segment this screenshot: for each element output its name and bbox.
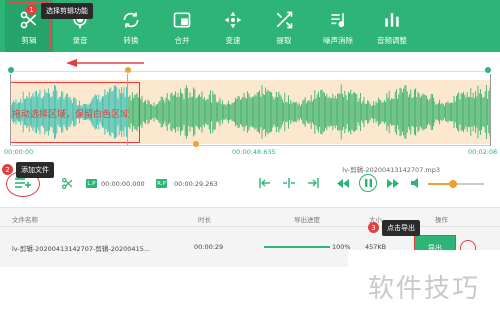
bottom-ruler bbox=[10, 145, 490, 146]
drag-select-hint: 拖动选择区域，保留白色区域 bbox=[12, 110, 130, 120]
cut-button[interactable] bbox=[60, 176, 74, 190]
step1-badge: 1 bbox=[26, 4, 37, 15]
col-duration: 时长 bbox=[198, 216, 211, 224]
convert-icon bbox=[123, 12, 139, 28]
go-to-end-button[interactable] bbox=[306, 177, 320, 189]
col-progress: 导出进度 bbox=[294, 216, 320, 224]
align-end-icon bbox=[308, 178, 319, 188]
time-end: 00:02:08 bbox=[468, 148, 498, 156]
time-start: 00:00:00 bbox=[4, 148, 34, 156]
row-progress-bar bbox=[264, 246, 330, 248]
merge-icon bbox=[173, 12, 191, 28]
start-point-button[interactable]: L.P bbox=[86, 179, 97, 188]
tool-convert[interactable]: 转换 bbox=[107, 0, 155, 52]
watermark: 软件技巧 bbox=[348, 250, 500, 322]
col-name: 文件名称 bbox=[12, 216, 38, 224]
tool-noise-label: 噪声消除 bbox=[323, 36, 353, 45]
row-duration: 00:00:29 bbox=[194, 243, 224, 251]
row-file-name: lv-剪辑-20200413142707-剪辑-20200415... bbox=[12, 245, 151, 253]
editor-controls: lv-剪辑-20200413142707.mp3 L.P 00:00:00.00… bbox=[0, 162, 500, 206]
waveform-panel[interactable]: 拖动选择区域，保留白色区域 00:00:00 00:00:48.635 00:0… bbox=[0, 52, 500, 162]
noise-icon bbox=[331, 13, 345, 28]
tool-extract[interactable]: 提取 bbox=[260, 0, 308, 52]
step3-badge: 3 bbox=[368, 222, 379, 233]
tool-extract-label: 提取 bbox=[276, 36, 292, 45]
bottom-handle[interactable] bbox=[193, 141, 199, 147]
fast-forward-icon bbox=[387, 178, 399, 188]
fast-forward-button[interactable] bbox=[386, 177, 400, 189]
extract-icon bbox=[276, 11, 293, 29]
align-start-icon bbox=[259, 178, 270, 188]
step1-tooltip: 选择剪辑功能 bbox=[41, 3, 93, 19]
tool-convert-label: 转换 bbox=[123, 36, 139, 45]
center-button[interactable] bbox=[282, 177, 296, 189]
scissors-icon bbox=[61, 177, 72, 189]
tool-speed-label: 变速 bbox=[225, 36, 241, 45]
step2-badge: 2 bbox=[2, 164, 13, 175]
tool-merge[interactable]: 合并 bbox=[158, 0, 206, 52]
step2-tooltip: 添加文件 bbox=[16, 162, 54, 178]
pause-icon bbox=[364, 179, 372, 187]
col-action: 操作 bbox=[435, 216, 448, 224]
tool-record-label: 录音 bbox=[72, 36, 88, 45]
left-arrow-icon bbox=[66, 59, 144, 67]
volume-icon bbox=[410, 178, 418, 188]
tool-audio-adjust[interactable]: 音频调整 bbox=[368, 0, 416, 52]
top-ruler bbox=[10, 71, 490, 72]
left-handle[interactable] bbox=[8, 67, 14, 73]
volume-knob[interactable] bbox=[449, 180, 458, 188]
tool-merge-label: 合并 bbox=[174, 36, 190, 45]
rewind-button[interactable] bbox=[336, 177, 350, 189]
speed-icon bbox=[224, 11, 242, 29]
step3-tooltip: 点击导出 bbox=[382, 220, 420, 236]
end-point-button[interactable]: R.P bbox=[156, 179, 167, 188]
tool-noise-removal[interactable]: 噪声消除 bbox=[314, 0, 362, 52]
tool-audio-adjust-label: 音频调整 bbox=[377, 36, 407, 45]
equalizer-icon bbox=[385, 13, 399, 27]
volume-button[interactable] bbox=[410, 177, 422, 189]
left-boundary bbox=[10, 74, 11, 146]
tool-cut-label: 剪辑 bbox=[21, 36, 37, 45]
file-title: lv-剪辑-20200413142707.mp3 bbox=[342, 166, 440, 174]
split-icon bbox=[283, 178, 295, 188]
start-time-value[interactable]: 00:00:00.000 bbox=[101, 180, 145, 188]
right-handle[interactable] bbox=[485, 67, 491, 73]
end-time-value[interactable]: 00:00:29.263 bbox=[174, 180, 218, 188]
time-mid: 00:00:48.635 bbox=[232, 148, 276, 156]
playhead-line bbox=[127, 74, 128, 146]
file-table-header: 文件名称 时长 导出进度 大小 操作 bbox=[0, 207, 500, 227]
pause-button[interactable] bbox=[359, 174, 377, 192]
go-to-start-button[interactable] bbox=[258, 177, 272, 189]
right-boundary bbox=[490, 74, 491, 146]
playhead-handle[interactable] bbox=[125, 67, 131, 73]
rewind-icon bbox=[337, 178, 349, 188]
volume-slider[interactable] bbox=[428, 180, 484, 188]
tool-speed[interactable]: 变速 bbox=[209, 0, 257, 52]
